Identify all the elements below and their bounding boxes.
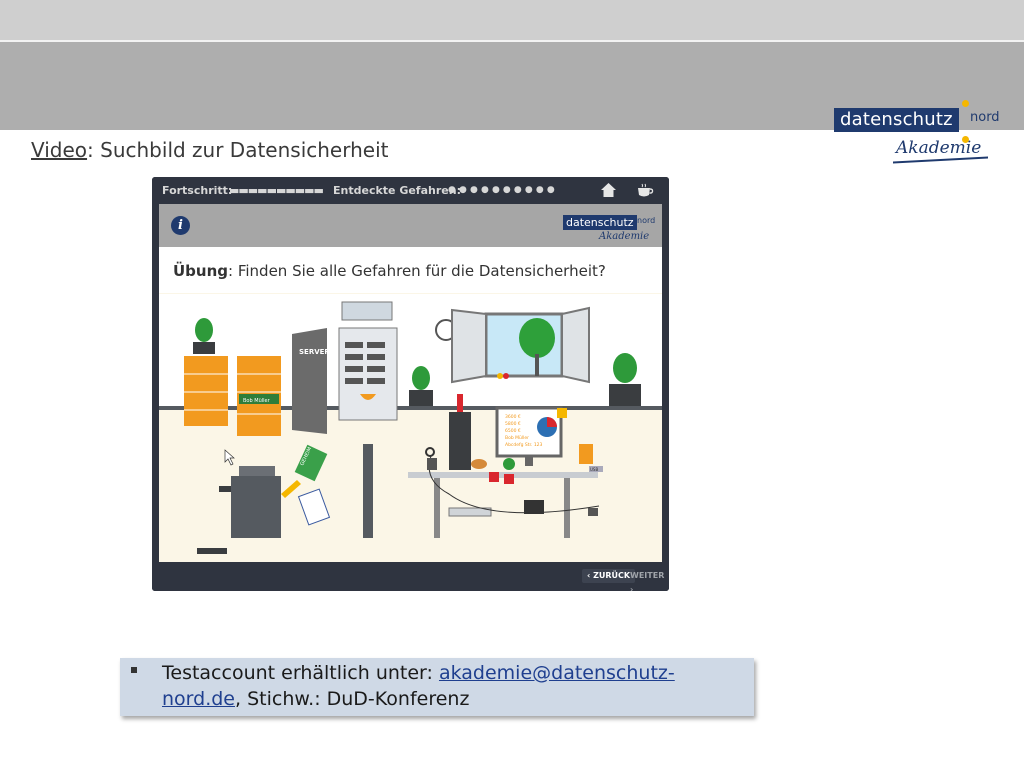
slide-title-text: : Suchbild zur Datensicherheit	[87, 138, 389, 162]
office-scene[interactable]: Bob Müller SERVER GEHEIM 3600 € 5800 € 6…	[159, 294, 662, 562]
monitor-line: 5800 €	[505, 421, 521, 427]
exercise-text: : Finden Sie alle Gefahren für die Daten…	[228, 262, 606, 280]
video-top-bar: Fortschritt: ▬▬▬▬▬▬▬▬▬▬ Entdeckte Gefahr…	[152, 177, 669, 204]
brand-logo-wordmark: datenschutz	[834, 108, 959, 132]
progress-label: Fortschritt:	[162, 184, 233, 197]
stapler	[197, 548, 227, 554]
brand-logo-subtitle: Akademie	[896, 138, 982, 158]
exercise-label: Übung	[173, 262, 229, 280]
info-box-text: Testaccount erhältlich unter: akademie@d…	[162, 660, 722, 712]
brand-logo-dot	[962, 100, 969, 107]
info-icon[interactable]: i	[171, 216, 190, 235]
info-text-suffix: , Stichw.: DuD-Konferenz	[235, 688, 470, 710]
embedded-video[interactable]: Fortschritt: ▬▬▬▬▬▬▬▬▬▬ Entdeckte Gefahr…	[152, 177, 669, 591]
usb-label: USB	[590, 467, 598, 472]
email-link-continued[interactable]: nord.de	[162, 688, 235, 710]
brand-logo-suffix: nord	[970, 110, 1000, 125]
folder-label: Bob Müller	[243, 398, 271, 404]
video-stage: i datenschutz nord Akademie Übung: Finde…	[159, 204, 662, 562]
monitor-line: Bob Müller	[505, 435, 529, 441]
exercise-question: Übung: Finden Sie alle Gefahren für die …	[173, 262, 606, 280]
video-footer: ‹ ZURÜCK WEITER ›	[152, 562, 669, 591]
info-text-prefix: Testaccount erhältlich unter:	[162, 662, 439, 684]
slide-title: Video: Suchbild zur Datensicherheit	[31, 138, 388, 162]
header-banner: datenschutz nord Akademie	[0, 42, 1024, 164]
video-logo-wordmark: datenschutz	[563, 215, 637, 230]
home-icon[interactable]	[600, 182, 617, 198]
dangers-label: Entdeckte Gefahren:	[333, 184, 461, 197]
slide-title-label: Video	[31, 138, 88, 162]
top-strip	[0, 0, 1024, 40]
video-logo-subtitle: Akademie	[599, 231, 650, 242]
info-box: Testaccount erhältlich unter: akademie@d…	[120, 658, 754, 716]
next-button[interactable]: WEITER ›	[625, 569, 669, 591]
dangers-indicator: ● ● ● ● ● ● ● ● ● ●	[448, 185, 555, 195]
monitor-line: Abcdefg Str. 123	[505, 442, 543, 448]
monitor-line: 3600 €	[505, 414, 521, 420]
progress-indicator: ▬▬▬▬▬▬▬▬▬▬	[229, 184, 324, 197]
monitor-line: 6500 €	[505, 428, 521, 434]
bullet-square-icon	[131, 667, 137, 673]
video-logo-suffix: nord	[637, 216, 656, 225]
coffee-cup-icon[interactable]	[636, 183, 654, 198]
open-window	[451, 306, 590, 384]
server-label: SERVER	[299, 348, 330, 356]
video-header: i datenschutz nord Akademie	[159, 204, 662, 247]
email-link[interactable]: akademie@datenschutz-	[439, 662, 675, 684]
